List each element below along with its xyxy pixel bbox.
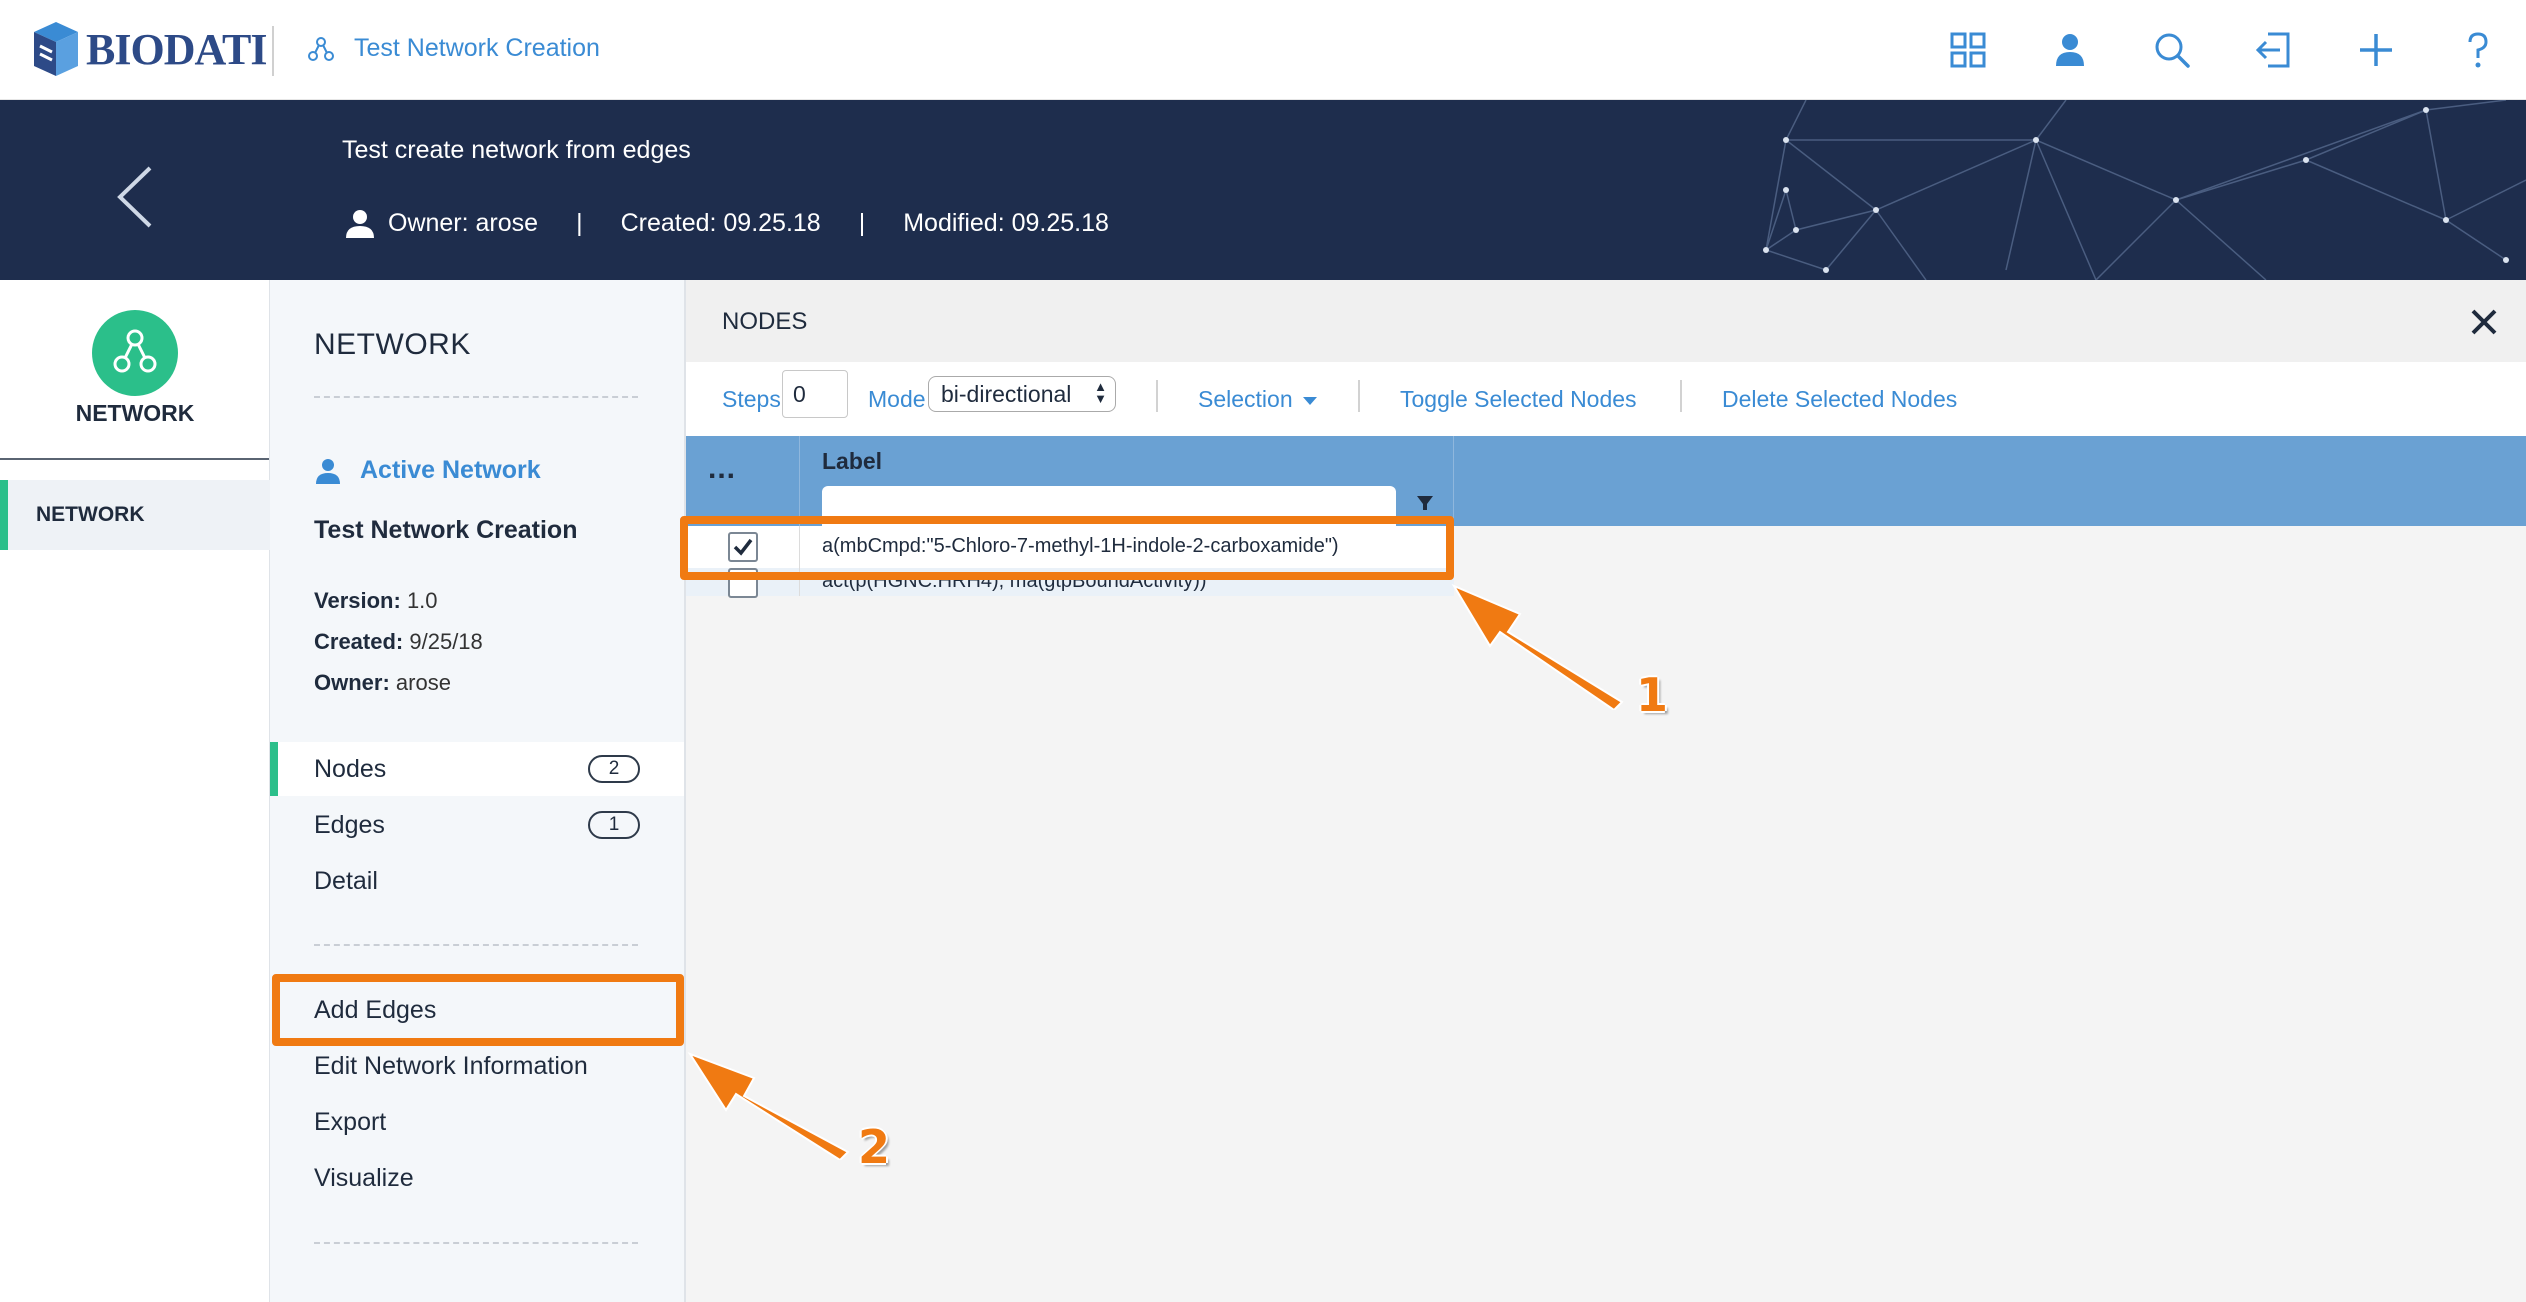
modified-text: Modified: 09.25.18 bbox=[903, 208, 1109, 237]
network-background-graphic bbox=[1763, 100, 2526, 280]
network-description: Test create network from edges bbox=[342, 136, 691, 164]
selection-label: Selection bbox=[1198, 386, 1293, 412]
rail-title: NETWORK bbox=[75, 400, 195, 426]
rail-header: NETWORK bbox=[0, 280, 269, 460]
annotation-number: 1 bbox=[1636, 668, 1669, 722]
network-nodes-icon bbox=[113, 329, 157, 373]
mode-select[interactable]: bi-directional ▲ ▼ bbox=[928, 376, 1116, 412]
topbar-divider bbox=[272, 26, 274, 76]
created-text: Created: 09.25.18 bbox=[620, 208, 821, 237]
highlight-add-edges bbox=[272, 974, 684, 1046]
version-value: 1.0 bbox=[406, 588, 438, 613]
edges-count-badge: 1 bbox=[588, 811, 640, 839]
owner-icon bbox=[346, 210, 374, 238]
rail-item-network[interactable]: NETWORK bbox=[0, 480, 270, 550]
network-module-icon[interactable] bbox=[92, 310, 178, 396]
select-arrows-icon: ▲ ▼ bbox=[1094, 379, 1107, 406]
user-icon[interactable] bbox=[2048, 28, 2092, 72]
created-key: Created: bbox=[314, 629, 404, 654]
delete-selected-nodes-button[interactable]: Delete Selected Nodes bbox=[1722, 362, 1957, 436]
nodes-count-badge: 2 bbox=[588, 755, 640, 783]
meta-separator: | bbox=[858, 208, 866, 237]
breadcrumb[interactable]: Test Network Creation bbox=[354, 34, 600, 63]
owner-key: Owner: bbox=[314, 670, 390, 695]
export-link[interactable]: Export bbox=[314, 1108, 386, 1137]
annotation-number: 2 bbox=[858, 1120, 891, 1174]
close-icon[interactable] bbox=[2468, 306, 2500, 338]
left-rail: NETWORK NETWORK bbox=[0, 280, 270, 1302]
nodes-title: NODES bbox=[722, 308, 808, 335]
biodati-logo[interactable]: BIODATI bbox=[26, 16, 267, 82]
highlight-node-row bbox=[680, 516, 1454, 580]
plus-icon[interactable] bbox=[2354, 28, 2398, 72]
grid-menu-cell[interactable]: ... bbox=[686, 436, 800, 526]
nodes-header: NODES bbox=[686, 280, 2526, 362]
grid-menu-icon: ... bbox=[708, 452, 737, 485]
meta-separator: | bbox=[576, 208, 583, 237]
toolbar-separator bbox=[1156, 380, 1158, 412]
toolbar-separator bbox=[1358, 380, 1360, 412]
version-key: Version: bbox=[314, 588, 401, 613]
owner-row: Owner: arose bbox=[314, 670, 451, 696]
nav-edges-label: Edges bbox=[314, 811, 385, 839]
panel-title: NETWORK bbox=[314, 328, 471, 361]
created-row: Created: 9/25/18 bbox=[314, 629, 483, 655]
steps-label: Steps bbox=[722, 386, 781, 412]
edit-network-info-link[interactable]: Edit Network Information bbox=[314, 1052, 588, 1081]
back-chevron-icon[interactable] bbox=[110, 162, 160, 232]
grid-header: ... Label bbox=[686, 436, 2526, 526]
logo-text: BIODATI bbox=[86, 24, 267, 74]
biodati-logo-icon bbox=[34, 22, 78, 76]
owner-value: arose bbox=[395, 670, 451, 695]
owner-text: Owner: arose bbox=[388, 208, 539, 237]
label-column-title: Label bbox=[822, 448, 883, 474]
nav-nodes[interactable]: Nodes 2 bbox=[270, 742, 684, 796]
steps-input[interactable]: 0 bbox=[782, 370, 848, 418]
version-row: Version: 1.0 bbox=[314, 588, 438, 614]
mode-label: Mode bbox=[868, 386, 926, 412]
user-icon bbox=[316, 458, 340, 484]
search-icon[interactable] bbox=[2150, 28, 2194, 72]
annotation-arrow-icon bbox=[1451, 583, 1624, 710]
help-icon[interactable] bbox=[2456, 28, 2500, 72]
toggle-selected-nodes-button[interactable]: Toggle Selected Nodes bbox=[1400, 362, 1637, 436]
network-meta: Owner: arose | Created: 09.25.18 | Modif… bbox=[344, 208, 1109, 238]
nav-detail-label: Detail bbox=[314, 867, 378, 895]
nodes-view: NODES Steps 0 Mode bi-directional ▲ ▼ Sel… bbox=[684, 280, 2526, 1302]
created-value: 9/25/18 bbox=[409, 629, 483, 654]
network-panel: NETWORK Active Network Test Network Crea… bbox=[270, 280, 684, 1302]
label-column-header[interactable]: Label bbox=[800, 436, 1454, 526]
network-name: Test Network Creation bbox=[314, 516, 578, 544]
import-icon[interactable] bbox=[2252, 28, 2296, 72]
visualize-link[interactable]: Visualize bbox=[314, 1164, 414, 1193]
active-network-link[interactable]: Active Network bbox=[314, 456, 541, 485]
toolbar-separator bbox=[1680, 380, 1682, 412]
divider bbox=[314, 944, 638, 946]
top-bar: BIODATI Test Network Creation bbox=[0, 0, 2526, 100]
network-banner: Test create network from edges Owner: ar… bbox=[0, 100, 2526, 280]
mode-value: bi-directional bbox=[941, 381, 1072, 407]
selection-dropdown[interactable]: Selection bbox=[1198, 362, 1317, 436]
divider bbox=[314, 396, 638, 398]
nav-nodes-label: Nodes bbox=[314, 755, 387, 783]
nav-edges[interactable]: Edges 1 bbox=[270, 798, 684, 852]
active-network-label: Active Network bbox=[360, 456, 541, 484]
filter-icon[interactable] bbox=[1416, 494, 1434, 512]
caret-down-icon bbox=[1302, 396, 1317, 405]
network-icon bbox=[308, 37, 334, 61]
divider bbox=[314, 1242, 638, 1244]
nav-detail[interactable]: Detail bbox=[270, 854, 684, 908]
apps-grid-icon[interactable] bbox=[1946, 28, 1990, 72]
annotation-arrow-icon bbox=[687, 1052, 850, 1160]
